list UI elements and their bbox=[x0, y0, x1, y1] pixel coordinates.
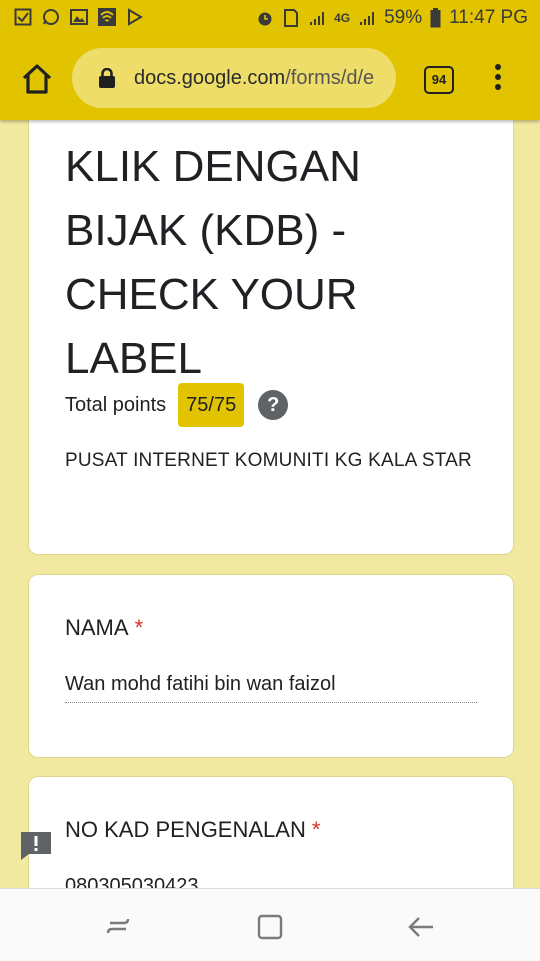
sim-icon bbox=[284, 9, 299, 27]
wifi-icon bbox=[98, 8, 116, 26]
network-type-label: 4G bbox=[334, 11, 351, 25]
url-domain: docs.google.com bbox=[134, 67, 286, 89]
alarm-icon bbox=[258, 12, 272, 26]
whatsapp-icon bbox=[43, 9, 59, 25]
more-vert-icon[interactable] bbox=[490, 64, 506, 94]
lock-icon[interactable] bbox=[98, 68, 116, 88]
address-bar[interactable]: docs.google.com/forms/d/e bbox=[72, 48, 396, 108]
recents-icon[interactable] bbox=[102, 911, 134, 943]
battery-icon bbox=[430, 8, 441, 28]
play-store-icon bbox=[128, 8, 143, 26]
form-description: PUSAT INTERNET KOMUNITI KG KALA STAR bbox=[65, 450, 472, 471]
url-path: /forms/d/e bbox=[285, 67, 375, 89]
question-title: NAMA bbox=[65, 615, 129, 640]
question-label: NO KAD PENGENALAN * bbox=[65, 817, 320, 843]
answer-text: Wan mohd fatihi bin wan faizol bbox=[65, 673, 477, 703]
clock: 11:47 PG bbox=[449, 7, 528, 28]
answer-text: 080305030423 bbox=[65, 875, 199, 888]
form-content[interactable]: KLIK DENGAN BIJAK (KDB) - CHECK YOUR LAB… bbox=[0, 120, 540, 888]
url-text: docs.google.com/forms/d/e bbox=[134, 67, 374, 90]
form-header-card: KLIK DENGAN BIJAK (KDB) - CHECK YOUR LAB… bbox=[28, 120, 514, 555]
gallery-icon bbox=[70, 9, 88, 25]
browser-toolbar: docs.google.com/forms/d/e 94 bbox=[0, 38, 540, 120]
signal-icon-2 bbox=[360, 12, 375, 25]
required-asterisk: * bbox=[134, 615, 144, 640]
system-status: 4G 59% 11:47 PG bbox=[256, 7, 528, 29]
home-icon[interactable] bbox=[20, 62, 54, 96]
required-asterisk: * bbox=[311, 817, 321, 842]
overview-icon[interactable] bbox=[254, 911, 286, 943]
total-points-row: Total points 75/75 ? bbox=[65, 383, 289, 427]
back-icon[interactable] bbox=[405, 911, 437, 943]
battery-percent: 59% bbox=[384, 7, 423, 28]
tab-switcher-button[interactable]: 94 bbox=[424, 66, 454, 94]
status-bar: 4G 59% 11:47 PG bbox=[0, 0, 540, 38]
question-card: NO KAD PENGENALAN * 080305030423 bbox=[28, 776, 514, 888]
feedback-icon[interactable] bbox=[21, 832, 51, 860]
total-points-label: Total points bbox=[65, 393, 167, 416]
question-title: NO KAD PENGENALAN bbox=[65, 817, 306, 842]
notification-icons bbox=[14, 8, 144, 26]
signal-icon-1 bbox=[310, 12, 325, 25]
score-badge: 75/75 bbox=[178, 383, 245, 427]
question-card: NAMA * Wan mohd fatihi bin wan faizol bbox=[28, 574, 514, 758]
help-icon[interactable]: ? bbox=[258, 390, 289, 420]
question-label: NAMA * bbox=[65, 615, 143, 641]
system-navigation-bar bbox=[0, 888, 540, 961]
form-title: KLIK DENGAN BIJAK (KDB) - CHECK YOUR LAB… bbox=[65, 142, 361, 383]
checkbox-notification-icon bbox=[14, 8, 32, 26]
